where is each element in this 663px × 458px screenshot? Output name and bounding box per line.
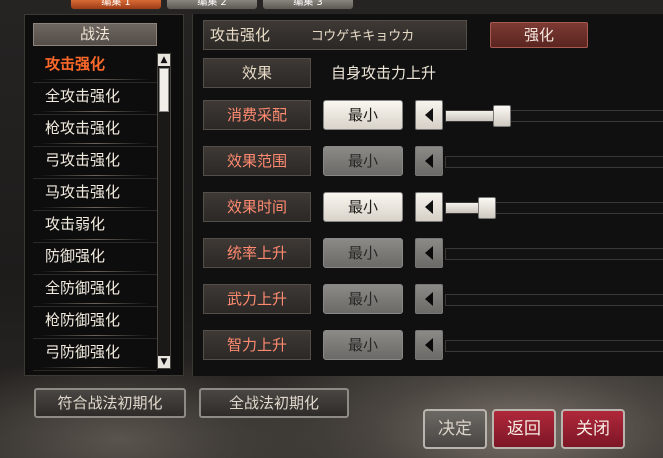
slider-knob[interactable] xyxy=(478,197,496,219)
skill-list-item[interactable]: 全攻击强化 xyxy=(33,83,157,115)
param-row: 效果时间 最小 xyxy=(203,192,663,224)
min-button[interactable]: 最小 xyxy=(323,284,403,314)
skill-list-item[interactable]: 攻击强化 xyxy=(33,51,157,83)
left-arrow-icon xyxy=(425,246,433,260)
skill-list: 攻击强化 全攻击强化 枪攻击强化 弓攻击强化 马攻击强化 攻击弱化 防御强化 全防御强化 枪防御… xyxy=(33,51,157,371)
enhance-button[interactable]: 强化 xyxy=(490,22,588,48)
decrease-button[interactable] xyxy=(415,238,443,268)
tab-edit-3[interactable]: 编集 3 xyxy=(262,0,354,10)
left-arrow-icon xyxy=(425,154,433,168)
skill-list-item[interactable]: 马攻击强化 xyxy=(33,179,157,211)
decrease-button[interactable] xyxy=(415,330,443,360)
param-label: 统率上升 xyxy=(203,238,311,268)
min-button[interactable]: 最小 xyxy=(323,146,403,176)
skill-reading: コウゲキキョウカ xyxy=(310,29,415,44)
scroll-up-icon[interactable]: ▲ xyxy=(158,54,170,66)
param-row: 统率上升 最小 xyxy=(203,238,663,270)
param-row: 效果范围 最小 xyxy=(203,146,663,178)
close-button[interactable]: 关闭 xyxy=(561,409,625,449)
min-button[interactable]: 最小 xyxy=(323,238,403,268)
param-slider[interactable] xyxy=(445,105,663,127)
effect-label: 效果 xyxy=(203,58,311,88)
scroll-thumb[interactable] xyxy=(159,68,169,112)
skill-list-item[interactable]: 攻击弱化 xyxy=(33,211,157,243)
param-slider[interactable] xyxy=(445,156,663,168)
reset-matching-button[interactable]: 符合战法初期化 xyxy=(34,388,186,418)
param-slider[interactable] xyxy=(445,197,663,219)
param-slider[interactable] xyxy=(445,294,663,306)
decrease-button[interactable] xyxy=(415,284,443,314)
decrease-button[interactable] xyxy=(415,146,443,176)
effect-text: 自身攻击力上升 xyxy=(331,64,437,82)
skill-list-scrollbar[interactable]: ▲ ▼ xyxy=(157,53,171,369)
param-row: 智力上升 最小 xyxy=(203,330,663,362)
skill-list-panel: 战法 攻击强化 全攻击强化 枪攻击强化 弓攻击强化 马攻击强化 攻击弱化 防御强化 全防御强化… xyxy=(24,14,184,376)
tab-edit-2[interactable]: 编集 2 xyxy=(166,0,258,10)
scroll-down-icon[interactable]: ▼ xyxy=(158,356,170,368)
reset-all-button[interactable]: 全战法初期化 xyxy=(199,388,349,418)
param-row: 消费采配 最小 xyxy=(203,100,663,132)
param-label: 消费采配 xyxy=(203,100,311,130)
skill-name: 攻击强化 xyxy=(210,26,271,44)
param-label: 效果时间 xyxy=(203,192,311,222)
skill-list-item[interactable]: 防御强化 xyxy=(33,243,157,275)
tab-edit-1[interactable]: 编集 1 xyxy=(70,0,162,10)
left-arrow-icon xyxy=(425,292,433,306)
back-button[interactable]: 返回 xyxy=(492,409,556,449)
decrease-button[interactable] xyxy=(415,192,443,222)
left-arrow-icon xyxy=(425,108,433,122)
skill-list-item[interactable]: 弓防御强化 xyxy=(33,339,157,371)
skill-list-item[interactable]: 全防御强化 xyxy=(33,275,157,307)
skill-list-item[interactable]: 枪攻击强化 xyxy=(33,115,157,147)
param-label: 效果范围 xyxy=(203,146,311,176)
skill-detail-panel: 攻击强化 コウゲキキョウカ 强化 效果 自身攻击力上升 消费采配 最小 效果范围 最小… xyxy=(192,14,663,376)
left-arrow-icon xyxy=(425,200,433,214)
param-row: 武力上升 最小 xyxy=(203,284,663,316)
skill-list-item[interactable]: 枪防御强化 xyxy=(33,307,157,339)
min-button[interactable]: 最小 xyxy=(323,330,403,360)
left-arrow-icon xyxy=(425,338,433,352)
param-label: 智力上升 xyxy=(203,330,311,360)
skill-list-item[interactable]: 弓攻击强化 xyxy=(33,147,157,179)
ok-button[interactable]: 决定 xyxy=(423,409,487,449)
param-slider[interactable] xyxy=(445,340,663,352)
param-label: 武力上升 xyxy=(203,284,311,314)
min-button[interactable]: 最小 xyxy=(323,192,403,222)
skill-list-header: 战法 xyxy=(33,23,157,46)
param-slider[interactable] xyxy=(445,248,663,260)
slider-knob[interactable] xyxy=(493,105,511,127)
decrease-button[interactable] xyxy=(415,100,443,130)
edit-tabs: 编集 1 编集 2 编集 3 xyxy=(70,0,354,12)
skill-name-box: 攻击强化 コウゲキキョウカ xyxy=(203,20,467,50)
min-button[interactable]: 最小 xyxy=(323,100,403,130)
